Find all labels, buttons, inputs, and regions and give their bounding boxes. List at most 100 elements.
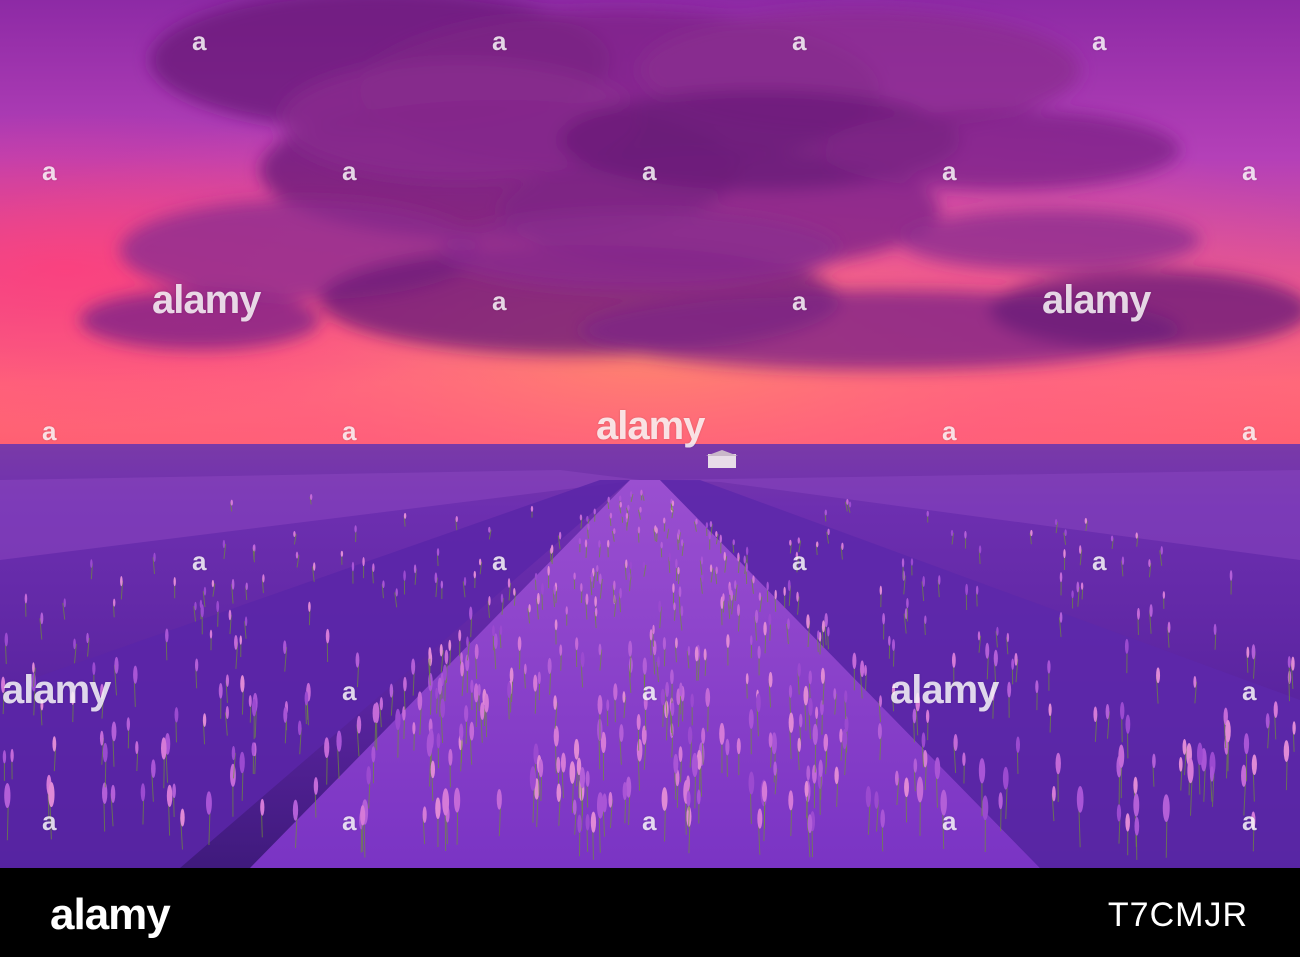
alamy-watermark-mark: a	[42, 156, 57, 186]
lavender-bud	[218, 683, 223, 699]
lavender-bud	[756, 693, 761, 713]
lavender-bud	[580, 651, 585, 668]
lavender-bud	[560, 752, 566, 773]
lavender-bud	[569, 761, 576, 784]
lavender-bud	[126, 717, 131, 731]
image-id: T7CMJR	[1107, 896, 1248, 934]
lavender-bud	[812, 723, 818, 746]
lavender-bud	[806, 614, 810, 629]
lavender-bud	[596, 564, 599, 573]
lavender-bud	[437, 677, 443, 695]
lavender-bud	[234, 635, 238, 650]
lavender-bud	[904, 777, 909, 798]
lavender-bud	[642, 561, 646, 569]
lavender-bud	[444, 649, 449, 665]
lavender-bud	[577, 814, 582, 833]
alamy-watermark-mark: a	[492, 546, 507, 576]
lavender-bud	[362, 557, 365, 567]
lavender-bud	[723, 551, 726, 561]
lavender-bud	[953, 733, 958, 752]
lavender-bud	[205, 791, 212, 815]
lavender-bud	[86, 632, 89, 644]
lavender-bud	[111, 721, 117, 742]
lavender-bud	[748, 709, 754, 729]
lavender-bud	[507, 681, 512, 699]
lavender-bud	[1014, 652, 1018, 666]
lavender-bud	[412, 721, 416, 735]
lavender-bud	[1076, 581, 1080, 593]
lavender-bud	[1133, 776, 1138, 794]
lavender-bud	[151, 759, 156, 778]
lavender-bud	[1273, 701, 1278, 718]
lavender-bud	[547, 657, 552, 674]
lavender-bud	[550, 544, 554, 554]
lavender-bud	[768, 732, 773, 748]
lavender-bud	[499, 625, 503, 636]
lavender-bud	[366, 766, 371, 785]
lavender-bud	[538, 758, 544, 778]
lavender-bud	[573, 738, 580, 760]
lavender-bud	[691, 752, 698, 778]
alamy-watermark-mark: a	[792, 286, 807, 316]
lavender-bud	[962, 752, 966, 766]
lavender-bud	[1054, 519, 1058, 526]
lavender-bud	[442, 664, 447, 681]
alamy-watermark-mark: a	[492, 286, 507, 316]
lavender-bud	[654, 525, 657, 533]
lavender-bud	[1187, 757, 1194, 784]
lavender-bud	[982, 795, 989, 821]
lavender-bud	[473, 683, 479, 703]
lavender-bud	[1124, 638, 1129, 654]
lavender-bud	[590, 572, 594, 583]
lavender-bud	[934, 757, 941, 780]
lavender-bud	[788, 790, 794, 811]
lavender-bud	[10, 748, 14, 763]
lavender-bud	[910, 558, 914, 566]
lavender-bud	[1136, 607, 1140, 620]
lavender-bud	[40, 612, 44, 625]
field	[0, 444, 1300, 868]
lavender-bud	[827, 528, 830, 536]
lavender-bud	[533, 674, 538, 692]
lavender-bud	[469, 721, 475, 741]
lavender-bud	[686, 775, 691, 791]
lavender-bud	[670, 669, 674, 685]
lavender-bud	[658, 600, 662, 613]
lavender-bud	[1063, 549, 1066, 559]
lavender-bud	[1093, 706, 1098, 722]
lavender-bud	[675, 558, 678, 569]
lavender-bud	[1051, 786, 1056, 802]
lavender-bud	[4, 783, 11, 809]
lavender-bud	[789, 539, 792, 546]
lavender-bud	[663, 517, 666, 524]
lavender-bud	[609, 512, 613, 519]
lavender-bud	[754, 609, 759, 624]
lavender-bud	[660, 688, 665, 706]
lavender-bud	[824, 509, 827, 516]
lavender-bud	[459, 723, 464, 741]
lavender-bud	[403, 512, 407, 519]
lavender-bud	[417, 691, 423, 711]
lavender-bud	[573, 572, 576, 580]
lavender-bud	[996, 626, 999, 636]
lavender-bud	[1134, 816, 1140, 836]
lavender-bud	[797, 537, 801, 544]
lavender-bud	[523, 663, 527, 675]
lavender-bud	[578, 538, 582, 545]
lavender-bud	[308, 601, 311, 612]
lavender-bud	[372, 563, 375, 573]
lavender-bud	[700, 556, 704, 565]
lavender-bud	[585, 814, 590, 831]
lavender-bud	[465, 654, 470, 672]
alamy-watermark-mark: a	[42, 806, 57, 836]
lavender-bud	[821, 620, 825, 633]
lavender-bud	[382, 580, 385, 589]
lavender-bud	[1064, 529, 1067, 537]
lavender-bud	[558, 531, 562, 540]
alamy-watermark-mark: a	[192, 26, 207, 56]
lavender-bud	[295, 551, 299, 559]
lavender-bud	[823, 733, 828, 752]
alamy-watermark-mark: a	[42, 416, 57, 446]
lavender-bud	[559, 644, 563, 656]
lavender-bud	[355, 652, 360, 668]
